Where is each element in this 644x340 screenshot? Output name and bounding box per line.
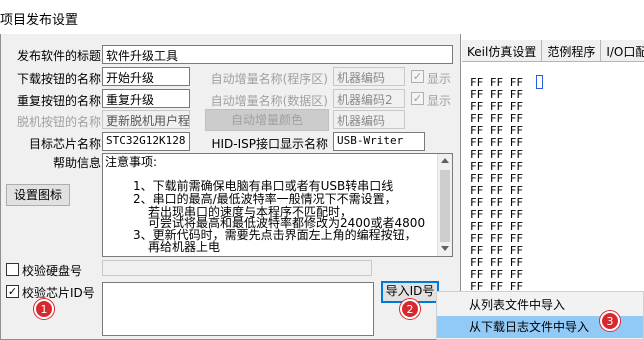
show-data-label: 显示 (427, 94, 452, 108)
help-line: 再给机器上电 (148, 240, 221, 254)
hex-cursor (536, 75, 543, 89)
verify-chipid-label: 校验芯片ID号 (22, 286, 95, 300)
verify-disk-checkbox[interactable] (6, 263, 19, 276)
chip-id-list[interactable] (102, 282, 374, 336)
show-program-label: 显示 (427, 72, 452, 86)
help-line: 2、串口的最高/最低波特率一般情况下不需设置， (133, 192, 397, 206)
show-data-checkbox[interactable]: ✓ (411, 92, 424, 105)
tab-io-config[interactable]: I/O口配 (601, 40, 644, 61)
step-badge-3: 3 (600, 311, 620, 331)
verify-chipid-checkbox[interactable]: ✓ (6, 285, 19, 298)
scroll-thumb[interactable] (440, 170, 450, 242)
step-badge-1: 1 (34, 299, 54, 319)
step-badge-2: 2 (400, 299, 420, 319)
scroll-down-icon[interactable] (441, 246, 449, 251)
scroll-up-icon[interactable] (441, 158, 449, 163)
target-chip-input[interactable]: STC32G12K128 (102, 132, 190, 151)
tab-keil-sim[interactable]: Keil仿真设置 (462, 40, 543, 61)
help-info-textarea[interactable]: 注意事项: 1、下载前需确保电脑有串口或者有USB转串口线 2、串口的最高/最低… (102, 153, 453, 257)
target-chip-label: 目标芯片名称 (28, 137, 101, 151)
hid-isp-name-label: HID-ISP接口显示名称 (211, 137, 328, 151)
auto-increment-data-input[interactable]: 机器编码2 (333, 89, 405, 108)
download-button-name-label: 下载按钮的名称 (16, 72, 101, 86)
auto-increment-program-label: 自动增量名称(程序区) (210, 72, 328, 86)
help-scrollbar[interactable] (437, 154, 452, 256)
dialog-title: 项目发布设置 (0, 13, 79, 28)
auto-increment-color-input[interactable]: 机器编码 (333, 110, 405, 129)
help-line: 注意事项: (105, 155, 158, 169)
verify-disk-label: 校验硬盘号 (22, 264, 83, 278)
auto-increment-data-label: 自动增量名称(数据区) (210, 94, 328, 108)
release-title-input[interactable]: 软件升级工具 (102, 45, 453, 64)
auto-increment-program-input[interactable]: 机器编码 (333, 67, 405, 86)
set-icon-button[interactable]: 设置图标 (6, 184, 70, 206)
help-line: 1、下载前需确保电脑有串口或者有USB转串口线 (133, 179, 394, 193)
download-button-name-input[interactable]: 开始升级 (102, 67, 190, 86)
auto-increment-color-button[interactable]: 自动增量颜色 (205, 109, 329, 131)
release-title-label: 发布软件的标题 (16, 49, 101, 63)
disk-id-field[interactable] (102, 260, 372, 276)
offline-button-name-input[interactable]: 更新脱机用户程序 (102, 110, 190, 129)
hid-isp-name-input[interactable]: USB-Writer (333, 132, 425, 151)
repeat-button-name-label: 重复按钮的名称 (16, 94, 101, 108)
background-tab-bar: Keil仿真设置 范例程序 I/O口配 (462, 40, 644, 62)
offline-button-name-label: 脱机按钮的名称 (16, 115, 101, 129)
help-info-label: 帮助信息 (52, 156, 101, 170)
tab-sample-programs[interactable]: 范例程序 (542, 40, 602, 61)
repeat-button-name-input[interactable]: 重复升级 (102, 89, 190, 108)
show-program-checkbox[interactable]: ✓ (411, 70, 424, 83)
